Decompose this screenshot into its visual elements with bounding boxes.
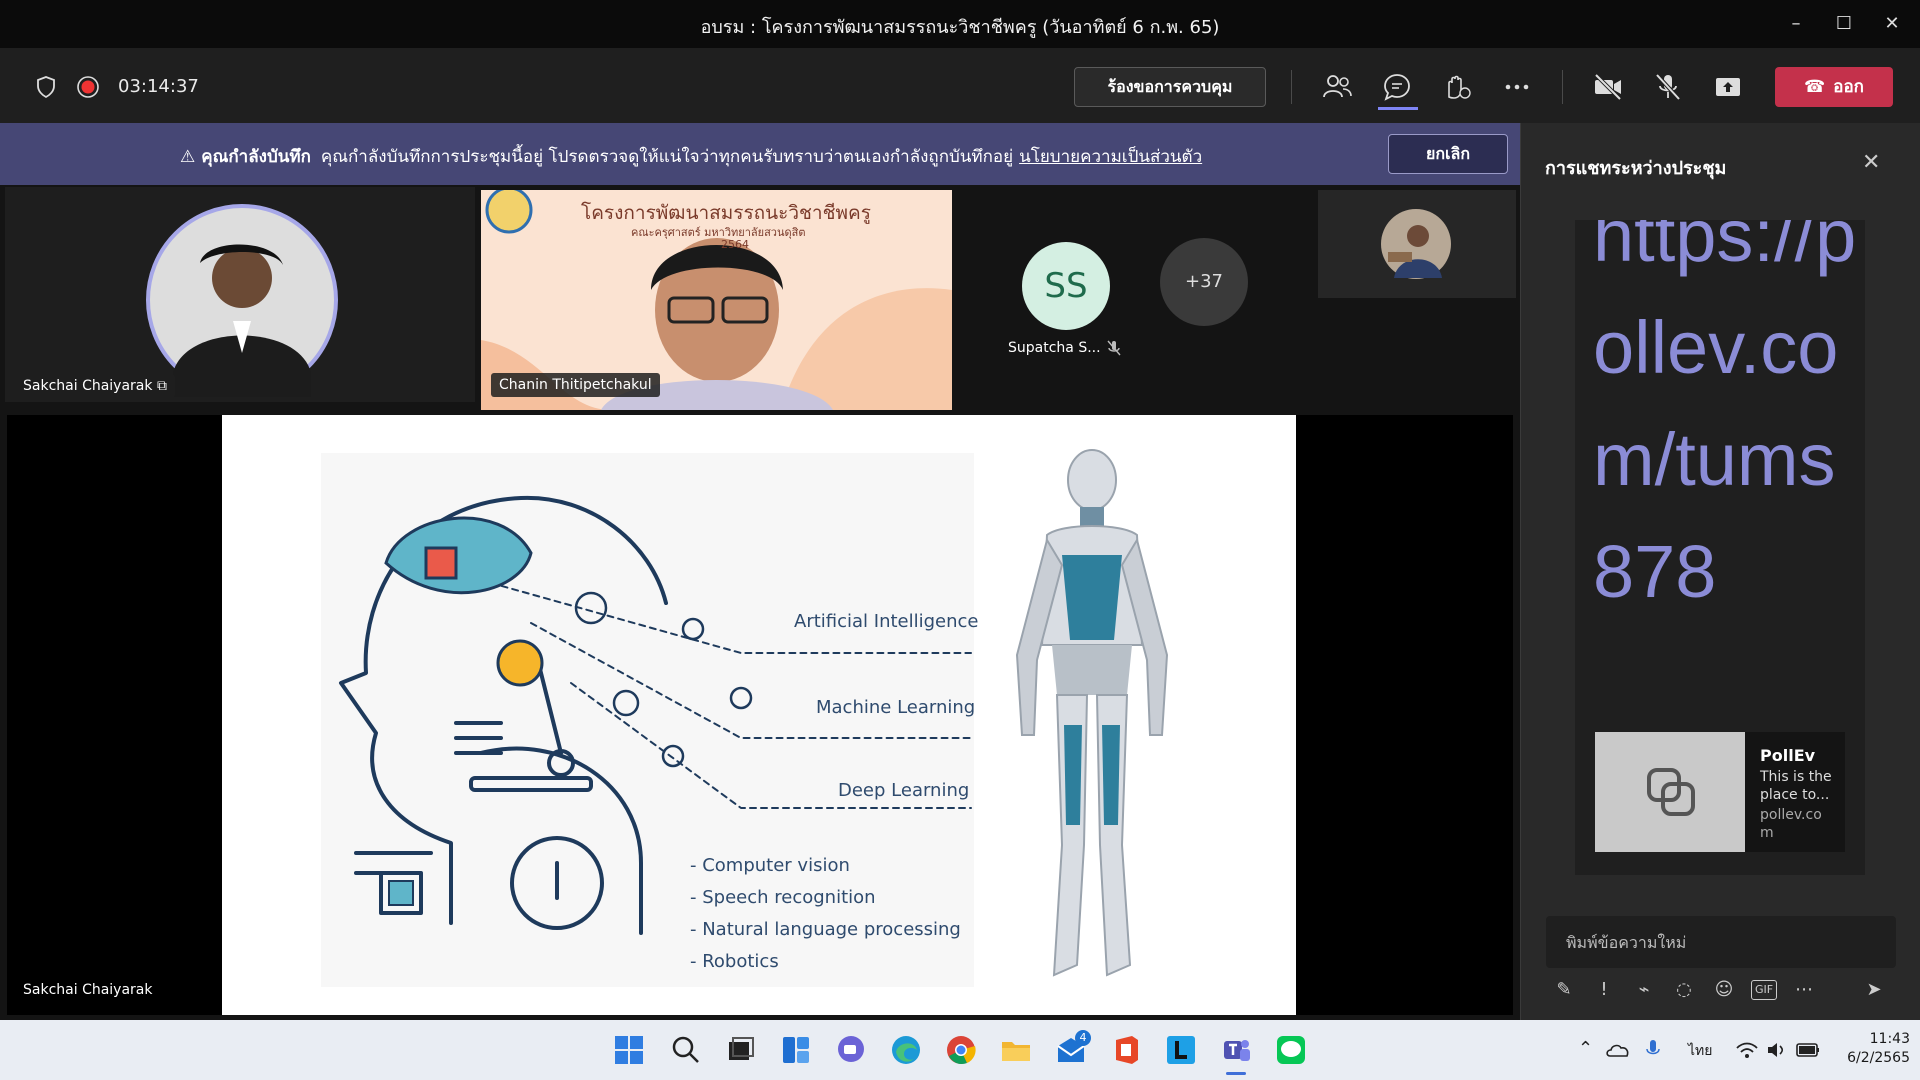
window-title: อบรม : โครงการพัฒนาสมรรถนะวิชาชีพครู (วั… [700,17,1220,38]
clock-time: 11:43 [1869,1031,1910,1047]
share-screen-icon[interactable] [1712,71,1744,103]
input-language-indicator[interactable]: ไทย [1688,1040,1712,1062]
slide-label-artificial-intelligence: Artificial Intelligence [794,611,979,632]
chat-message-link[interactable]: https://pollev.com/tums878 [1593,220,1863,628]
file-explorer-icon[interactable] [1000,1034,1032,1066]
link-preview-description: This is the place to... [1760,769,1832,803]
participant-name: Supatcha S... [1008,340,1101,356]
emoji-icon[interactable]: ☺ [1711,977,1737,1003]
video-overlay-subtitle: คณะครุศาสตร์ มหาวิทยาลัยสวนดุสิต [631,226,806,239]
participants-icon[interactable] [1321,71,1353,103]
participant-tile[interactable]: SS Supatcha S... +37 [958,190,1316,410]
clock-date: 6/2/2565 [1847,1050,1910,1066]
slide-label-deep-learning: Deep Learning [838,780,970,801]
important-icon[interactable]: ! [1591,977,1617,1003]
close-chat-button[interactable]: ✕ [1862,150,1880,175]
link-preview-domain: pollev.com [1760,807,1822,841]
chrome-browser-icon[interactable] [945,1034,977,1066]
link-preview-card[interactable]: PollEv This is the place to... pollev.co… [1595,732,1845,852]
teams-active-indicator [1226,1072,1246,1075]
system-clock[interactable]: 11:43 6/2/2565 [1830,1030,1910,1068]
teams-chat-icon[interactable] [835,1034,867,1066]
screen-share-icon: ⧉ [156,378,167,394]
humanoid-robot-image [1015,449,1169,977]
chat-compose-box[interactable]: พิมพ์ข้อความใหม่ [1546,916,1896,968]
copy-link-icon [1647,768,1695,816]
onedrive-icon[interactable] [1606,1040,1630,1060]
widgets-icon[interactable] [780,1034,812,1066]
attach-icon[interactable]: ⌁ [1631,977,1657,1003]
link-preview-thumbnail [1595,732,1745,852]
battery-icon[interactable] [1795,1040,1821,1060]
participant-avatar [146,204,338,397]
send-icon[interactable]: ➤ [1861,977,1887,1003]
recording-banner-text: ⚠ คุณกำลังบันทึก คุณกำลังบันทึกการประชุมนี… [180,143,1202,170]
dismiss-banner-button[interactable]: ยกเลิก [1388,134,1508,174]
video-overlay-year: 2564 [721,238,749,251]
presenter-name: Sakchai Chaiyarak [23,982,153,998]
participant-tile[interactable]: โครงการพัฒนาสมรรถนะวิชาชีพครู คณะครุศาสต… [481,190,952,410]
slide-application-item: - Computer vision [690,855,850,876]
minimize-button[interactable]: – [1776,8,1816,40]
privacy-policy-link[interactable]: นโยบายความเป็นส่วนตัว [1019,147,1202,167]
reactions-icon[interactable] [1441,71,1473,103]
participant-initials-avatar: SS [1022,242,1110,330]
wifi-icon[interactable] [1735,1040,1759,1060]
chat-message: https://pollev.com/tums878 PollEv This i… [1575,220,1865,875]
shared-slide: Artificial Intelligence Machine Learning… [222,415,1296,1015]
gif-icon[interactable]: GIF [1751,980,1777,1000]
title-bar: อบรม : โครงการพัฒนาสมรรถนะวิชาชีพครู (วั… [0,0,1920,48]
banner-heading: คุณกำลังบันทึก [201,147,311,167]
format-icon[interactable]: ✎ [1551,977,1577,1003]
windows-start-icon[interactable] [613,1034,645,1066]
participant-avatar [1381,209,1451,279]
camera-off-icon[interactable] [1592,71,1624,103]
slide-label-machine-learning: Machine Learning [816,697,976,718]
search-icon[interactable] [670,1034,702,1066]
teams-icon[interactable] [1220,1034,1252,1066]
recording-icon [77,76,99,98]
slide-application-item: - Robotics [690,951,779,972]
shield-icon[interactable] [34,75,58,99]
office-icon[interactable] [1110,1034,1142,1066]
leave-label: ออก [1833,77,1864,97]
task-view-icon[interactable] [725,1034,757,1066]
edge-browser-icon[interactable] [890,1034,922,1066]
line-app-icon[interactable] [1275,1034,1307,1066]
more-options-icon[interactable] [1501,71,1533,103]
leave-meeting-button[interactable]: ☎ ออก [1775,67,1893,107]
chat-panel-title: การแชทระหว่างประชุม [1545,158,1727,179]
meeting-timer: 03:14:37 [118,76,199,97]
chat-active-indicator [1378,107,1418,110]
microphone-tray-icon[interactable] [1644,1038,1662,1062]
warning-icon: ⚠ [180,147,196,167]
toolbar-divider [1562,70,1563,104]
volume-icon[interactable] [1765,1040,1789,1060]
participant-tile[interactable] [1318,190,1516,298]
more-compose-options-icon[interactable]: ⋯ [1791,977,1817,1003]
chat-icon[interactable] [1381,71,1413,103]
toolbar-divider [1291,70,1292,104]
muted-microphone-icon [1107,340,1121,356]
microphone-off-icon[interactable] [1652,71,1684,103]
loop-icon[interactable]: ◌ [1671,977,1697,1003]
request-control-button[interactable]: ร้องขอการควบคุม [1074,67,1266,107]
link-preview-title: PollEv [1760,746,1816,765]
slide-application-item: - Natural language processing [690,919,961,940]
phone-hangup-icon: ☎ [1804,77,1826,97]
participant-name: Chanin Thitipetchakul [491,373,660,397]
ai-head-illustration [339,495,972,935]
participant-tile[interactable]: Sakchai Chaiyarak ⧉ [5,187,475,402]
close-window-button[interactable]: ✕ [1872,8,1912,40]
maximize-button[interactable]: ☐ [1824,8,1864,40]
show-hidden-icons-icon[interactable]: ⌃ [1578,1038,1593,1059]
meeting-toolbar [0,48,1920,123]
mail-unread-badge: 4 [1075,1030,1091,1046]
l-app-icon[interactable] [1165,1034,1197,1066]
slide-application-item: - Speech recognition [690,887,876,908]
banner-message: คุณกำลังบันทึกการประชุมนี้อยู่ โปรดตรวจด… [320,147,1014,167]
participant-name: Sakchai Chaiyarak ⧉ [15,374,175,398]
more-participants-button[interactable]: +37 [1160,238,1248,326]
